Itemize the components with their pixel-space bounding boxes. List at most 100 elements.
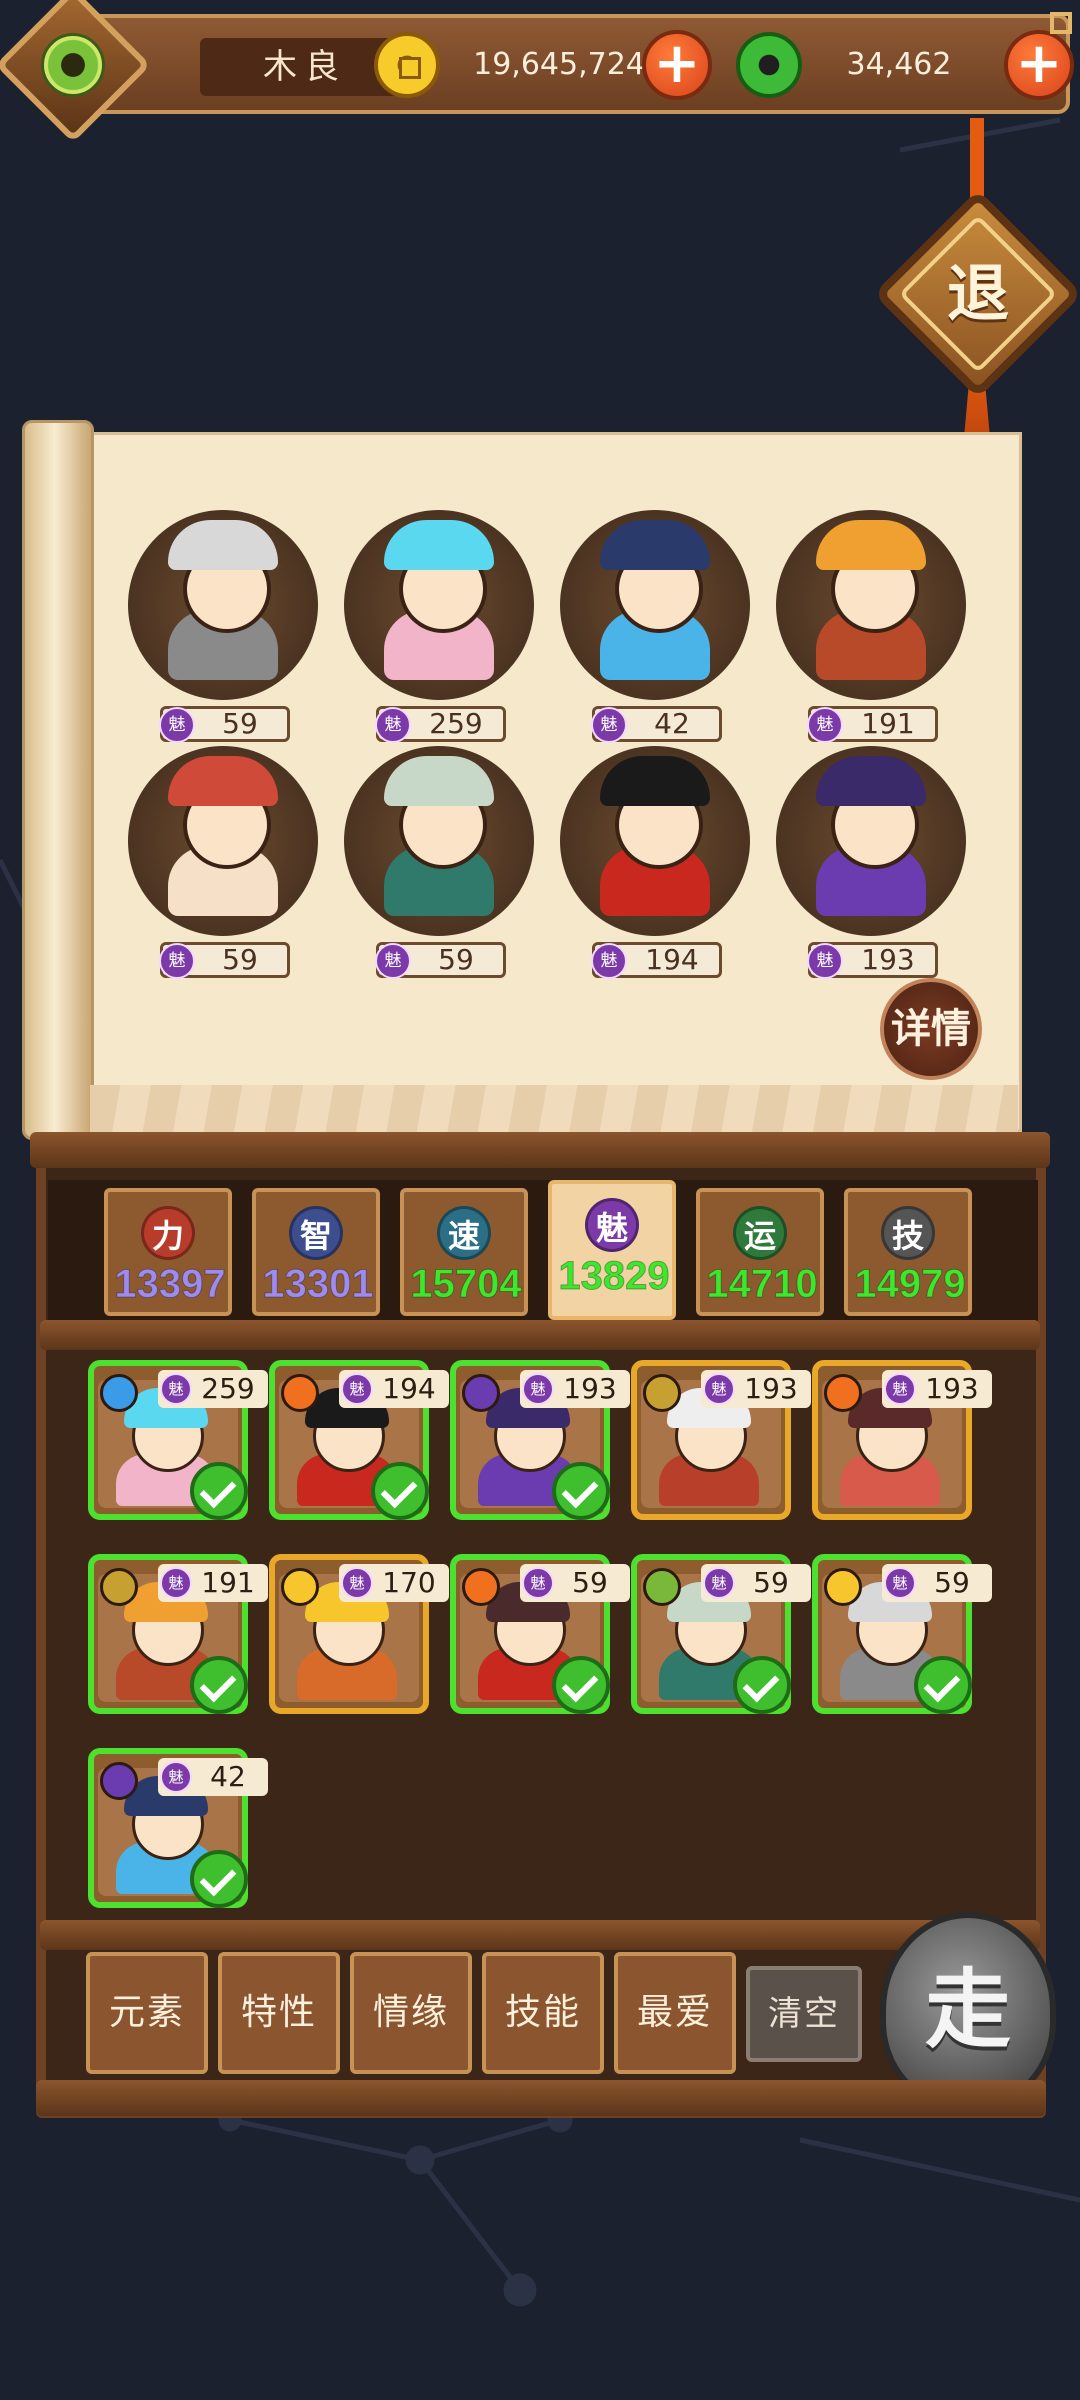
- charm-icon: 魅: [884, 1373, 916, 1405]
- charm-icon: 魅: [703, 1373, 735, 1405]
- attribute-icon: 智: [289, 1206, 343, 1260]
- charm-value: 193: [861, 943, 915, 976]
- charm-value: 191: [861, 707, 915, 740]
- charm-value: 194: [382, 1372, 436, 1405]
- filter-button[interactable]: 元素: [86, 1952, 208, 2074]
- hero-portrait: [560, 746, 750, 936]
- team-slot[interactable]: 魅 191: [768, 510, 968, 750]
- attribute-tab[interactable]: 运 14710: [696, 1188, 824, 1316]
- hero-portrait: [128, 746, 318, 936]
- filter-button[interactable]: 最爱: [614, 1952, 736, 2074]
- charm-value: 42: [654, 707, 690, 740]
- attribute-value: 15704: [410, 1262, 522, 1307]
- charm-badge: 魅 259: [158, 1370, 268, 1408]
- hero-hair: [168, 520, 278, 570]
- moon-icon: [100, 1762, 138, 1800]
- fire-icon: [462, 1568, 500, 1606]
- charm-tag: 魅 193: [807, 942, 938, 979]
- charm-badge: 魅 191: [158, 1564, 268, 1602]
- charm-tag: 魅 194: [591, 942, 722, 979]
- hero-card[interactable]: 魅 259: [88, 1360, 268, 1520]
- hero-card[interactable]: 魅 42: [88, 1748, 268, 1908]
- charm-badge: 魅 194: [339, 1370, 449, 1408]
- attribute-tab[interactable]: 技 14979: [844, 1188, 972, 1316]
- charm-badge: 魅 59: [520, 1564, 630, 1602]
- attribute-beam: [40, 1320, 1040, 1350]
- hero-portrait: [344, 510, 534, 700]
- hero-portrait: [344, 746, 534, 936]
- gold-amount: 19,645,724: [473, 47, 645, 82]
- filter-button[interactable]: 技能: [482, 1952, 604, 2074]
- team-slot[interactable]: 魅 59: [336, 746, 536, 986]
- hero-card[interactable]: 魅 170: [269, 1554, 449, 1714]
- checkmark-icon: [190, 1656, 248, 1714]
- filter-beam: [40, 1920, 1040, 1950]
- go-button[interactable]: 走: [880, 1912, 1056, 2108]
- charm-tag: 魅 59: [375, 942, 506, 979]
- charm-badge: 魅 193: [520, 1370, 630, 1408]
- hero-card[interactable]: 魅 59: [450, 1554, 630, 1714]
- hero-card[interactable]: 魅 59: [812, 1554, 992, 1714]
- gold-coin-icon: [374, 32, 440, 98]
- checkmark-icon: [914, 1656, 972, 1714]
- attribute-tab[interactable]: 力 13397: [104, 1188, 232, 1316]
- charm-value: 193: [925, 1372, 979, 1405]
- charm-value: 259: [429, 707, 483, 740]
- attribute-icon: 速: [437, 1206, 491, 1260]
- filter-button[interactable]: 情缘: [350, 1952, 472, 2074]
- charm-tag: 魅 59: [159, 706, 290, 743]
- attribute-value: 13829: [558, 1254, 670, 1299]
- team-slot[interactable]: 魅 259: [336, 510, 536, 750]
- hero-portrait: [560, 510, 750, 700]
- hero-card[interactable]: 魅 191: [88, 1554, 268, 1714]
- moon-icon: [462, 1374, 500, 1412]
- jade-emblem-icon: [27, 19, 119, 111]
- details-button[interactable]: 详情: [880, 978, 982, 1080]
- water-icon: [100, 1374, 138, 1412]
- charm-value: 259: [201, 1372, 255, 1405]
- charm-value: 59: [572, 1566, 608, 1599]
- attribute-value: 13301: [262, 1262, 374, 1307]
- hero-card[interactable]: 魅 193: [450, 1360, 630, 1520]
- charm-badge: 魅 59: [701, 1564, 811, 1602]
- exit-label[interactable]: 退: [904, 220, 1052, 368]
- hero-card[interactable]: 魅 193: [631, 1360, 811, 1520]
- charm-icon: 魅: [159, 707, 195, 743]
- add-gold-button[interactable]: +: [642, 30, 712, 100]
- charm-icon: 魅: [591, 707, 627, 743]
- scroll-pattern: [90, 1085, 1018, 1135]
- add-jade-button[interactable]: +: [1004, 30, 1074, 100]
- team-slot[interactable]: 魅 194: [552, 746, 752, 986]
- charm-icon: 魅: [160, 1761, 192, 1793]
- filter-button[interactable]: 特性: [218, 1952, 340, 2074]
- charm-icon: 魅: [591, 943, 627, 979]
- hero-card[interactable]: 魅 59: [631, 1554, 811, 1714]
- team-slot[interactable]: 魅 193: [768, 746, 968, 986]
- charm-tag: 魅 42: [591, 706, 722, 743]
- charm-icon: 魅: [522, 1567, 554, 1599]
- hero-hair: [384, 520, 494, 570]
- hero-hair: [816, 520, 926, 570]
- corner-ornament: [1050, 12, 1072, 34]
- team-slot[interactable]: 魅 59: [120, 510, 320, 750]
- charm-icon: 魅: [341, 1567, 373, 1599]
- hero-card[interactable]: 魅 193: [812, 1360, 992, 1520]
- clear-button[interactable]: 清空: [746, 1966, 862, 2062]
- charm-value: 194: [645, 943, 699, 976]
- attribute-tab[interactable]: 魅 13829: [548, 1180, 676, 1320]
- leaf-icon: [643, 1568, 681, 1606]
- team-slot[interactable]: 魅 42: [552, 510, 752, 750]
- jade-amount: 34,462: [846, 47, 952, 82]
- attribute-tab[interactable]: 智 13301: [252, 1188, 380, 1316]
- attribute-tab[interactable]: 速 15704: [400, 1188, 528, 1316]
- attribute-icon: 魅: [585, 1198, 639, 1252]
- charm-value: 59: [222, 943, 258, 976]
- checkmark-icon: [733, 1656, 791, 1714]
- hero-card[interactable]: 魅 194: [269, 1360, 449, 1520]
- charm-icon: 魅: [884, 1567, 916, 1599]
- jade-coin-icon: [736, 32, 802, 98]
- sun-icon: [824, 1568, 862, 1606]
- team-slot[interactable]: 魅 59: [120, 746, 320, 986]
- checkmark-icon: [552, 1462, 610, 1520]
- charm-badge: 魅 193: [882, 1370, 992, 1408]
